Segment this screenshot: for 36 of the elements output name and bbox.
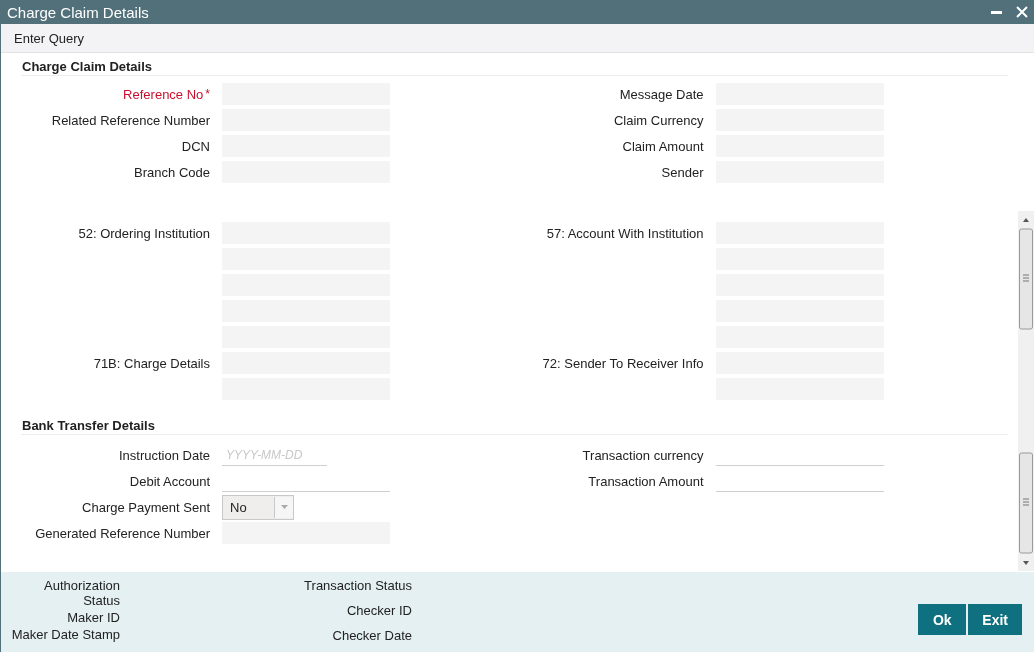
field-label: 57: Account With Institution <box>545 225 705 241</box>
footer-label: Maker Date Stamp <box>10 627 120 642</box>
exit-button[interactable]: Exit <box>968 604 1022 635</box>
field-label: Transaction currency <box>581 447 705 463</box>
field-label: Related Reference Number <box>50 112 211 128</box>
field-label: Charge Payment Sent <box>81 499 211 515</box>
scrollbar-drawing[interactable] <box>1018 211 1034 571</box>
footer-label: Checker Date <box>332 628 412 643</box>
close-icon[interactable] <box>1016 6 1028 18</box>
field-label: Transaction Amount <box>587 473 705 489</box>
field-label: 71B: Charge Details <box>92 355 211 371</box>
ok-button[interactable]: Ok <box>918 604 967 635</box>
required-asterisk: * <box>205 86 210 101</box>
window-title: Charge Claim Details <box>7 3 149 21</box>
field-label: Branch Code <box>133 164 211 180</box>
field-label: Generated Reference Number <box>34 525 211 541</box>
toolbar-item[interactable]: Enter Query <box>14 30 85 46</box>
minimize-icon[interactable] <box>991 10 1002 14</box>
field-label: Instruction Date <box>117 447 211 463</box>
footer-label: Transaction Status <box>304 578 412 593</box>
field-label: Reference No* <box>122 86 211 102</box>
field-label: 52: Ordering Institution <box>77 225 211 241</box>
section-title: Bank Transfer Details <box>21 417 155 434</box>
select-dropdown[interactable]: No <box>222 494 294 520</box>
field-label: Debit Account <box>128 473 211 489</box>
section-title: Charge Claim Details <box>21 58 153 75</box>
field-label: Sender <box>660 164 705 180</box>
footer-label: Authorization Status <box>43 578 120 608</box>
footer-label: Maker ID <box>66 610 120 625</box>
field-label: Message Date <box>618 86 705 102</box>
field-label: DCN <box>180 138 211 154</box>
footer-label: Checker ID <box>346 603 412 618</box>
field-label: 72: Sender To Receiver Info <box>541 355 705 371</box>
caret-icon <box>280 505 288 509</box>
field-label: Claim Currency <box>612 112 705 128</box>
field-label: Claim Amount <box>621 138 705 154</box>
